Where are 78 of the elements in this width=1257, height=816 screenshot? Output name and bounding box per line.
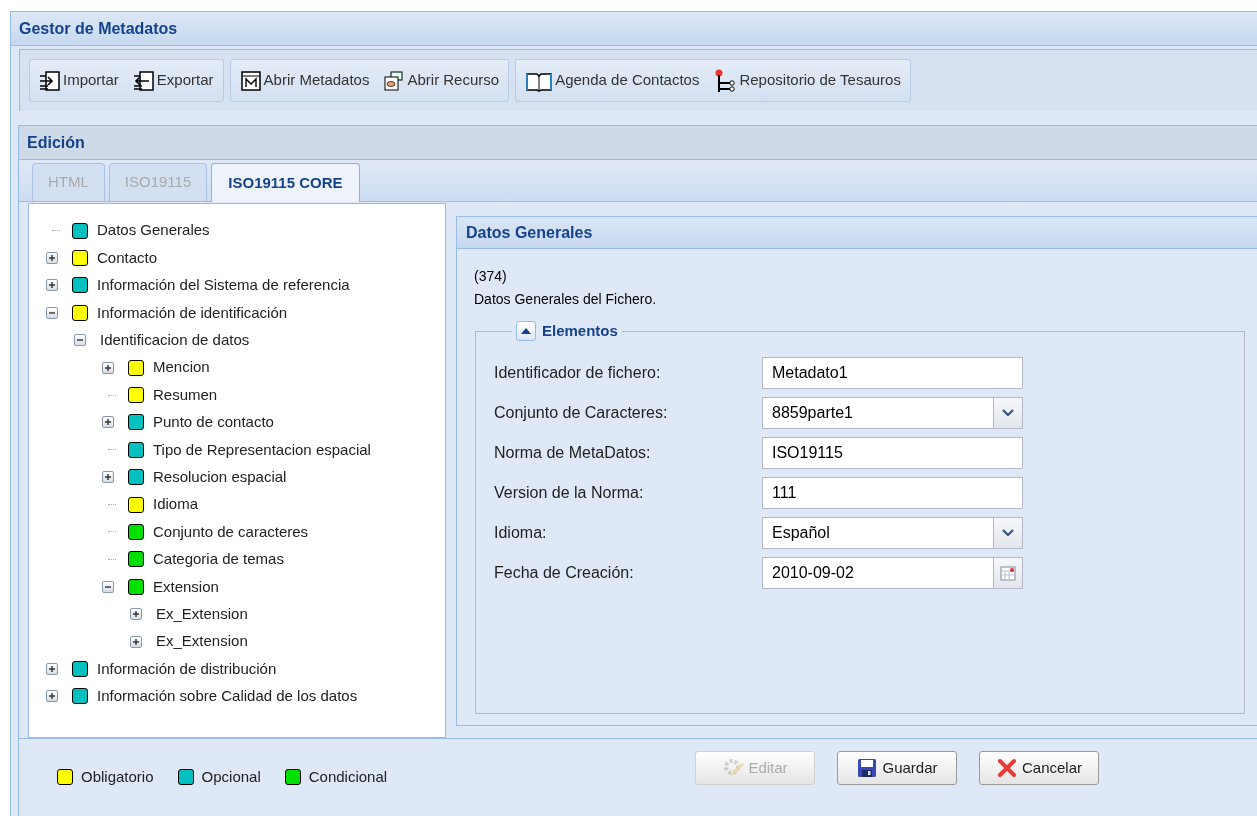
fieldset-title: Elementos [542,321,618,341]
tree-connector [108,558,116,560]
tree-item[interactable]: Contacto [97,246,158,270]
tree-item[interactable]: Ex_Extension [156,602,248,626]
window-title: Gestor de Metadatos [19,18,178,39]
expand-icon[interactable] [102,471,114,484]
toolbar-button[interactable]: Exportar [132,69,214,92]
field-label: Identificador de fichero: [494,362,662,383]
expand-icon[interactable] [46,279,58,292]
field-label: Idioma: [494,522,548,543]
tab[interactable]: ISO19115 CORE [211,163,360,202]
tree-item[interactable]: Información sobre Calidad de los datos [97,685,358,708]
triangle-up-icon [521,328,531,335]
chevron-down-icon[interactable] [993,397,1022,428]
tree-connector [108,531,116,533]
date-field[interactable]: 2010-09-02 [762,556,1023,589]
export-icon [132,69,155,92]
close-icon [996,757,1018,779]
collapse-icon[interactable] [102,580,114,593]
panel-title: Edición [27,132,85,153]
field-label: Version de la Norma: [494,482,645,503]
hierarchy-icon [713,68,738,93]
expand-icon[interactable] [102,416,114,429]
legend-label: Opcional [201,767,261,787]
element-description: Datos Generales del Fichero. [474,290,658,309]
tree-item[interactable]: Resumen [153,383,218,407]
tree-item[interactable]: Información de identificación [97,301,288,325]
document-icon [239,69,262,92]
legend-label: Obligatorio [81,767,154,787]
tree-item[interactable]: Categoria de temas [153,548,284,571]
tree-item[interactable]: Conjunto de caracteres [153,520,309,544]
dropdown-field[interactable]: Español [762,516,1023,549]
expand-icon[interactable] [46,662,58,675]
tree-item[interactable]: Información del Sistema de referencia [97,274,350,297]
expand-icon[interactable] [46,690,58,703]
field-label: Norma de MetaDatos: [494,442,652,463]
gear-pencil-icon [722,757,745,779]
save-icon [856,757,879,779]
expand-icon[interactable] [46,252,58,265]
tree-item[interactable]: Tipo de Representacion espacial [153,438,371,462]
toolbar-button[interactable]: Repositorio de Tesauros [713,68,901,93]
toolbar-button[interactable]: Abrir Recurso [383,69,500,92]
chevron-down-icon[interactable] [993,517,1022,548]
toolbar-button[interactable]: Abrir Metadatos [239,69,370,92]
collapse-icon[interactable] [46,306,58,319]
element-code: (374) [474,267,508,286]
tree-connector [108,394,116,396]
expand-icon[interactable] [130,635,142,648]
expand-icon[interactable] [102,361,114,374]
tree-connector [108,504,116,506]
tree-item[interactable]: Punto de contacto [153,411,274,434]
toolbar-button[interactable]: Importar [39,69,119,92]
tree-item[interactable]: Extension [153,575,219,598]
tree-item[interactable]: Idioma [153,493,199,516]
tree-connector [108,449,116,451]
field-label: Fecha de Creación: [494,562,635,583]
legend-label: Condicional [308,767,388,787]
collapse-icon[interactable] [74,334,86,347]
tree-item[interactable]: Ex_Extension [156,630,248,653]
cancel-button[interactable]: Cancelar [979,751,1099,785]
tree-item[interactable]: Identificacion de datos [100,329,250,352]
tree-item[interactable]: Mencion [153,356,210,379]
folder-stack-icon [383,69,406,92]
tree-connector [52,230,60,232]
tree-item[interactable]: Datos Generales [97,219,210,242]
text-field[interactable]: 111 [762,476,1023,509]
expand-icon[interactable] [130,608,142,621]
text-field[interactable]: ISO19115 [762,436,1023,469]
collapse-button[interactable] [516,321,536,342]
tree-item[interactable]: Resolucion espacial [153,465,287,489]
field-label: Conjunto de Caracteres: [494,402,669,423]
save-button[interactable]: Guardar [837,751,957,785]
dropdown-field[interactable]: 8859parte1 [762,396,1023,429]
text-field[interactable]: Metadato1 [762,356,1023,389]
import-icon [39,69,61,92]
tree-item[interactable]: Información de distribución [97,657,277,681]
panel-title: Datos Generales [466,222,593,243]
toolbar-button[interactable]: Agenda de Contactos [525,69,700,92]
